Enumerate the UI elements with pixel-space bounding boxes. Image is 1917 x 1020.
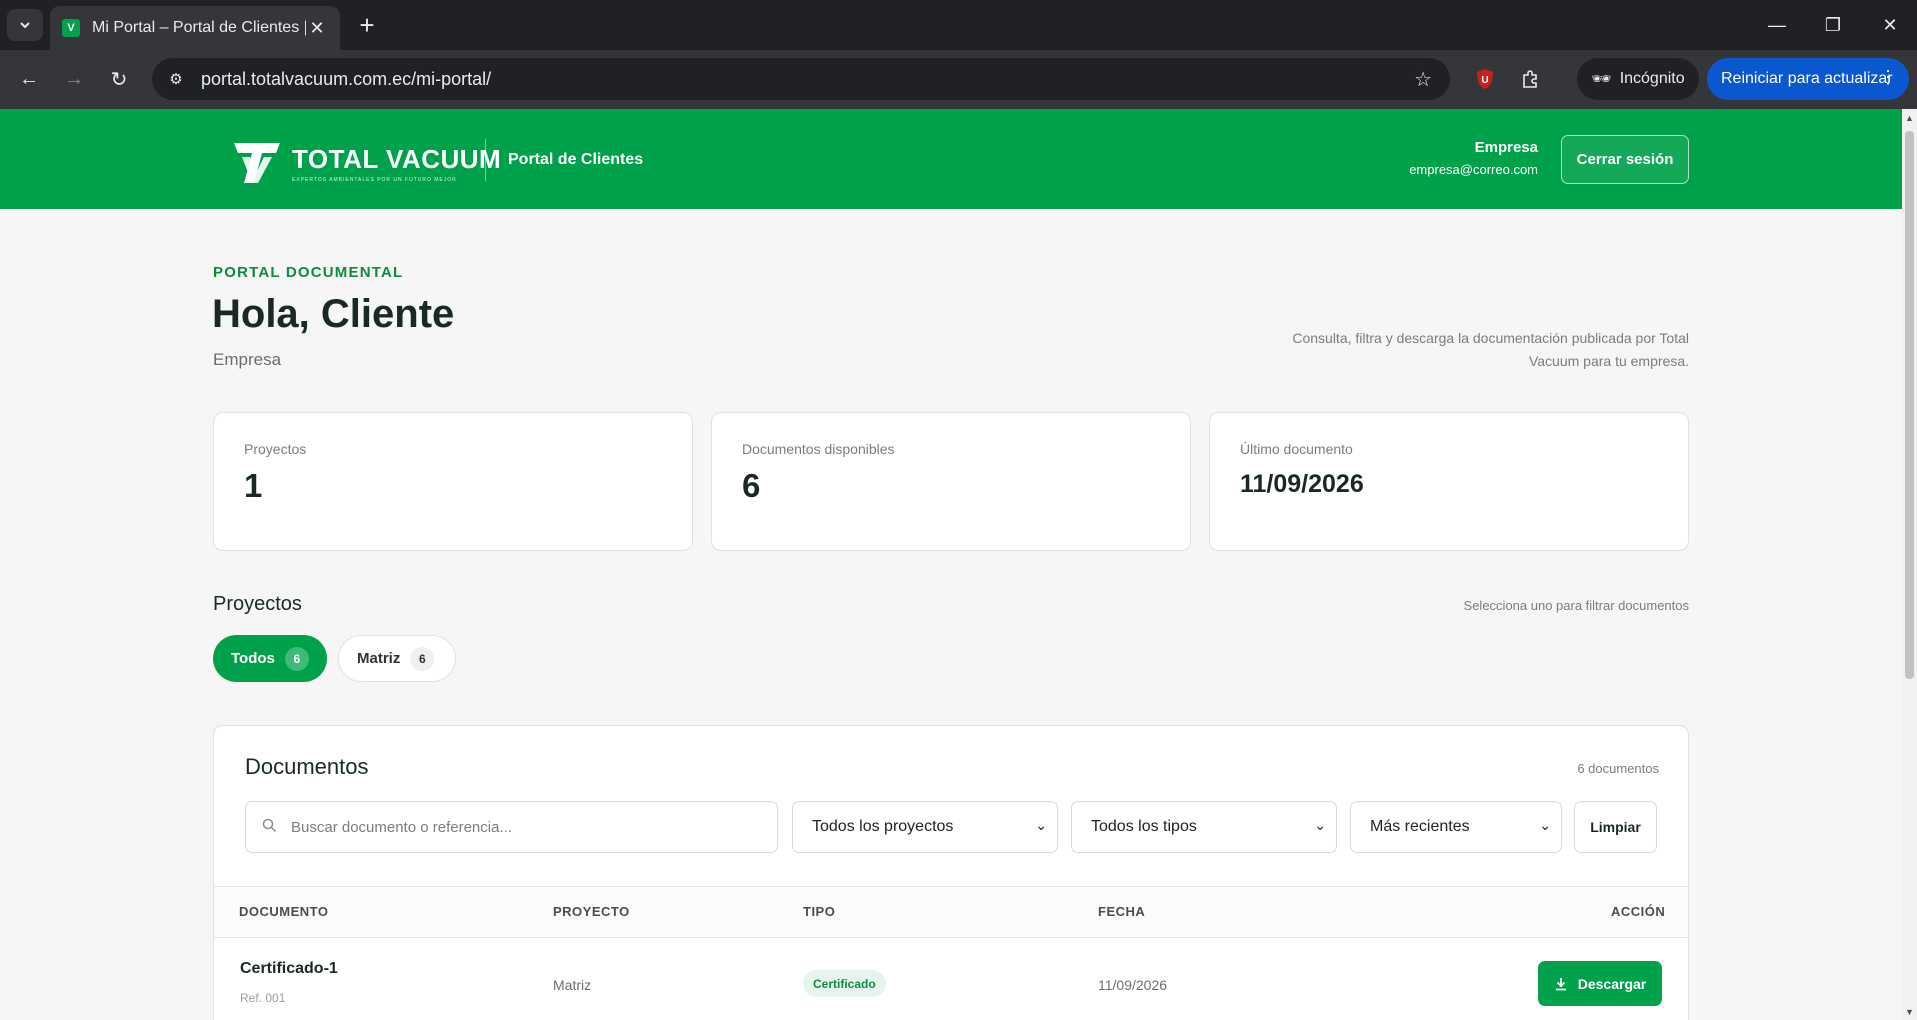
column-header: DOCUMENTO [239, 904, 329, 919]
document-project: Matriz [553, 977, 592, 993]
address-bar[interactable]: ⚙ portal.totalvacuum.com.ec/mi-portal/ ☆ [152, 58, 1450, 100]
document-date: 11/09/2026 [1098, 977, 1168, 993]
logout-button[interactable]: Cerrar sesión [1561, 135, 1689, 184]
documents-title: Documentos [245, 754, 369, 779]
stat-label: Último documento [1240, 441, 1353, 457]
user-info: Empresa empresa@correo.com [1409, 139, 1538, 177]
project-chip-matriz[interactable]: Matriz 6 [338, 635, 456, 682]
incognito-icon: 🕶 [1591, 71, 1612, 88]
table-header: DOCUMENTO PROYECTO TIPO FECHA ACCIÓN [214, 886, 1688, 938]
document-name: Certificado-1 [240, 960, 338, 977]
chevron-down-icon: ⌄ [1035, 817, 1047, 833]
more-vertical-icon[interactable]: ⋮ [1879, 67, 1897, 88]
close-tab-icon[interactable]: ✕ [306, 18, 328, 39]
ublock-shield-icon[interactable]: U [1470, 64, 1500, 94]
document-ref: Ref. 001 [240, 991, 286, 1005]
scroll-down-icon[interactable]: ▼ [1905, 1007, 1914, 1017]
intro-text: Consulta, filtra y descarga la documenta… [1292, 330, 1689, 369]
incognito-indicator[interactable]: 🕶 Incógnito [1577, 58, 1699, 100]
document-type-badge: Certificado [803, 970, 886, 997]
back-arrow-icon[interactable]: ← [14, 64, 44, 94]
projects-title: Proyectos [213, 593, 302, 615]
stat-card-projects: Proyectos 1 [213, 412, 693, 551]
browser-toolbar: ← → ↻ ⚙ portal.totalvacuum.com.ec/mi-por… [0, 50, 1917, 109]
page-scrollbar[interactable]: ▲ ▼ [1902, 109, 1917, 1020]
project-filter-select[interactable]: Todos los proyectos ⌄ [792, 801, 1058, 853]
column-header: ACCIÓN [1611, 904, 1666, 919]
search-icon [262, 818, 277, 837]
documents-panel: Documentos 6 documentos Buscar documento… [213, 725, 1689, 1020]
project-chip-todos[interactable]: Todos 6 [213, 635, 327, 682]
update-browser-button[interactable]: Reiniciar para actualizar ⋮ [1707, 58, 1909, 100]
bookmark-star-icon[interactable]: ☆ [1414, 67, 1432, 92]
forward-arrow-icon[interactable]: → [59, 64, 89, 94]
download-button[interactable]: Descargar [1538, 961, 1662, 1006]
total-vacuum-logo[interactable]: TOTAL VACUUM EXPERTOS AMBIENTALES POR UN… [232, 139, 501, 187]
sort-select[interactable]: Más recientes ⌄ [1350, 801, 1562, 853]
svg-text:U: U [1481, 75, 1488, 86]
page-title: Hola, Cliente [212, 292, 455, 336]
search-placeholder: Buscar documento o referencia... [291, 818, 512, 836]
restore-icon[interactable]: ❐ [1818, 10, 1848, 40]
clear-filters-button[interactable]: Limpiar [1574, 801, 1657, 853]
chevron-down-icon: ⌄ [1314, 817, 1326, 833]
stat-label: Proyectos [244, 441, 307, 457]
site-header: TOTAL VACUUM EXPERTOS AMBIENTALES POR UN… [0, 109, 1902, 209]
logo-text: TOTAL VACUUM [292, 143, 502, 174]
stat-label: Documentos disponibles [742, 441, 895, 457]
new-tab-button[interactable]: + [352, 10, 382, 40]
minimize-icon[interactable]: — [1762, 10, 1792, 40]
type-filter-select[interactable]: Todos los tipos ⌄ [1071, 801, 1337, 853]
site-favicon-icon: V [62, 19, 80, 37]
chip-count: 6 [410, 646, 435, 671]
stat-value: 6 [742, 467, 761, 504]
scroll-up-icon[interactable]: ▲ [1905, 113, 1914, 123]
header-divider [485, 139, 486, 181]
url-text: portal.totalvacuum.com.ec/mi-portal/ [201, 68, 492, 89]
table-row: Certificado-1 Ref. 001 Matriz Certificad… [214, 939, 1688, 1020]
chevron-down-icon [20, 22, 30, 29]
column-header: FECHA [1098, 904, 1146, 919]
stat-card-documents: Documentos disponibles 6 [711, 412, 1191, 551]
scrollbar-thumb[interactable] [1905, 131, 1914, 679]
browser-tab-active[interactable]: V Mi Portal – Portal de Clientes | T ✕ [50, 6, 340, 50]
page-viewport: TOTAL VACUUM EXPERTOS AMBIENTALES POR UN… [0, 109, 1902, 1020]
site-settings-icon[interactable]: ⚙ [164, 67, 188, 91]
chip-count: 6 [284, 646, 309, 671]
user-name: Empresa [1474, 139, 1538, 156]
extensions-puzzle-icon[interactable] [1515, 64, 1545, 94]
user-email: empresa@correo.com [1409, 162, 1538, 177]
total-vacuum-logo-icon [234, 143, 280, 183]
stat-card-last-document: Último documento 11/09/2026 [1209, 412, 1689, 551]
column-header: TIPO [803, 904, 836, 919]
logo-tagline: EXPERTOS AMBIENTALES POR UN FUTURO MEJOR [292, 176, 457, 183]
stat-value: 1 [244, 467, 263, 504]
browser-tab-bar: V Mi Portal – Portal de Clientes | T ✕ +… [0, 0, 1917, 50]
tab-search-button[interactable] [7, 9, 43, 41]
download-icon [1555, 977, 1566, 990]
search-input[interactable]: Buscar documento o referencia... [245, 801, 778, 853]
company-name: Empresa [213, 350, 282, 369]
close-window-icon[interactable]: ✕ [1875, 10, 1905, 40]
projects-hint: Selecciona uno para filtrar documentos [1463, 598, 1689, 613]
portal-title: Portal de Clientes [508, 151, 644, 168]
section-eyebrow: PORTAL DOCUMENTAL [213, 264, 404, 281]
reload-icon[interactable]: ↻ [104, 64, 134, 94]
column-header: PROYECTO [553, 904, 630, 919]
tab-title: Mi Portal – Portal de Clientes | T [92, 19, 306, 36]
chevron-down-icon: ⌄ [1539, 817, 1551, 833]
stat-value: 11/09/2026 [1240, 470, 1364, 498]
documents-count: 6 documentos [1577, 761, 1659, 776]
